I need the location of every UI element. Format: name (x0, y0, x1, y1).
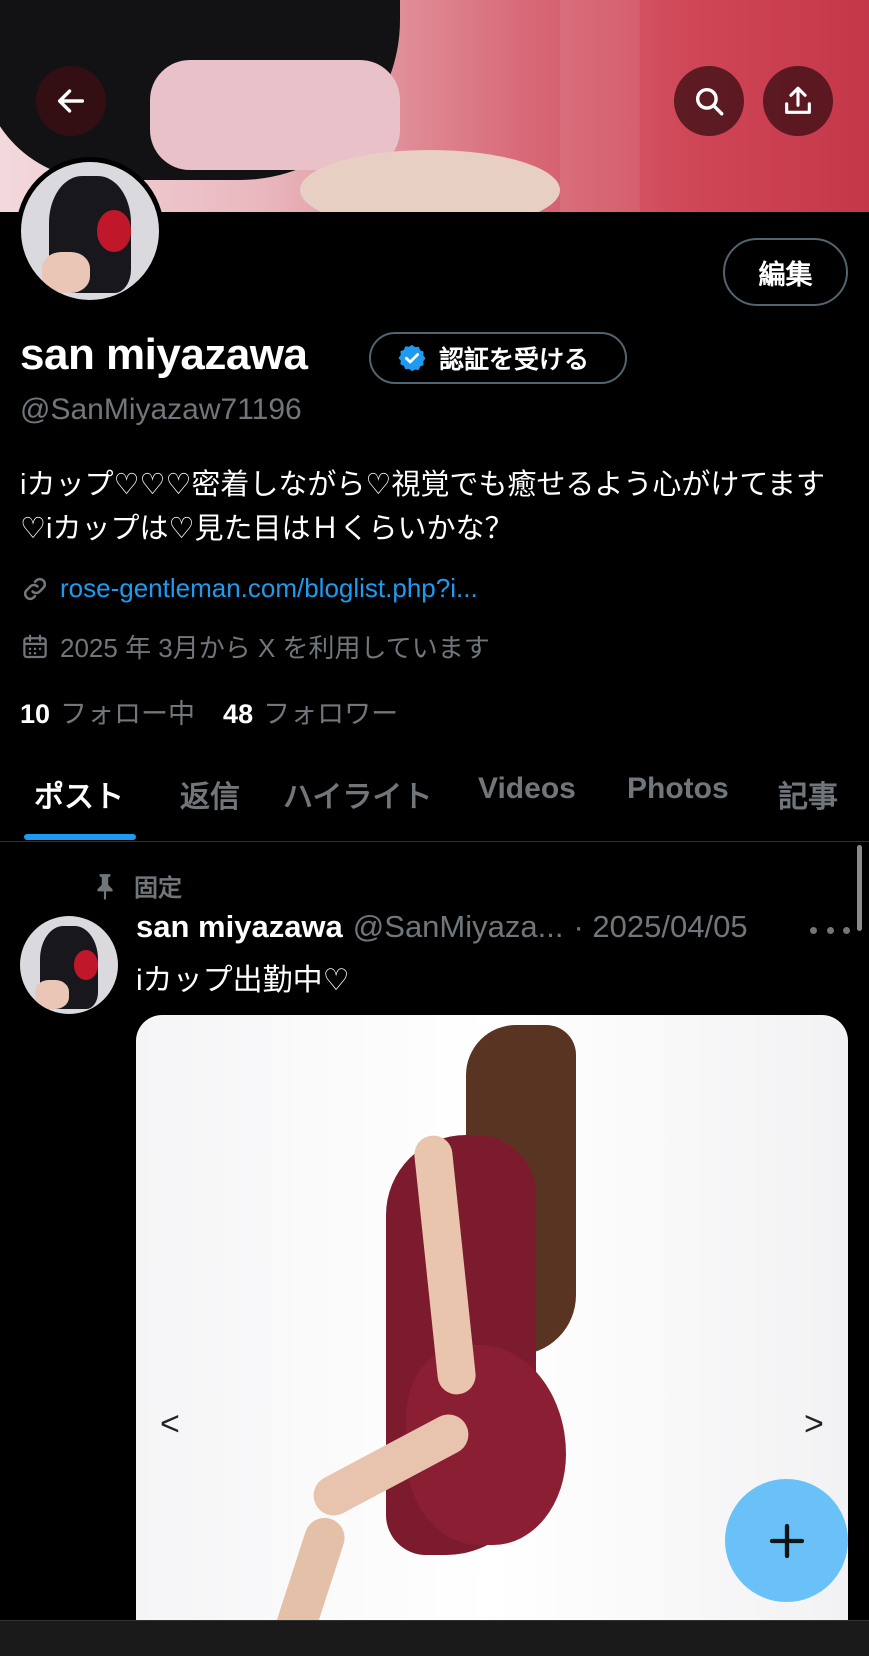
get-verified-label: 認証を受ける (439, 346, 590, 374)
profile-tabs: ポスト 返信 ハイライト Videos Photos 記事 (0, 762, 869, 842)
post-date[interactable]: · 2025/04/05 (573, 909, 747, 945)
follow-stats: 10 フォロー中 48 フォロワー (20, 692, 398, 731)
profile-website-link[interactable]: rose-gentleman.com/bloglist.php?i... (20, 573, 478, 604)
post-author-avatar[interactable] (20, 916, 118, 1014)
profile-handle: @SanMiyazaw71196 (20, 393, 302, 426)
share-button[interactable] (763, 66, 833, 136)
profile-bio: iカップ♡♡♡密着しながら♡視覚でも癒せるよう心がけてます♡iカップは♡見た目は… (20, 469, 825, 545)
active-tab-indicator (24, 834, 136, 840)
calendar-icon (23, 634, 47, 658)
followers-link[interactable]: 48 フォロワー (223, 692, 398, 731)
avatar-photo-part (73, 950, 99, 980)
tab-videos[interactable]: Videos (478, 772, 576, 806)
edit-profile-button[interactable]: 編集 (723, 238, 848, 306)
post-text: iカップ出勤中♡ (136, 964, 350, 997)
profile-join-date: 2025 年 3月から X を利用しています (20, 628, 490, 665)
following-link[interactable]: 10 フォロー中 (20, 692, 195, 731)
post-header: san miyazawa @SanMiyaza... · 2025/04/05 (136, 909, 748, 945)
avatar-photo-part (41, 251, 90, 294)
profile-name: san miyazawa (20, 330, 308, 379)
tab-articles[interactable]: 記事 (778, 772, 838, 816)
link-icon (23, 577, 47, 600)
scrollbar[interactable] (857, 845, 862, 931)
following-label: フォロー中 (60, 699, 196, 729)
search-icon (695, 87, 724, 116)
banner-photo-light-area (150, 60, 400, 170)
tab-replies[interactable]: 返信 (180, 772, 240, 816)
plus-icon (769, 1523, 804, 1558)
avatar-photo-part (96, 210, 132, 252)
pin-icon (97, 873, 113, 900)
post-author-name[interactable]: san miyazawa (136, 909, 343, 945)
post-author-handle[interactable]: @SanMiyaza... (353, 909, 564, 945)
media-prev-button[interactable]: < (160, 1405, 180, 1444)
search-button[interactable] (674, 66, 744, 136)
more-icon[interactable] (810, 915, 850, 945)
tab-posts[interactable]: ポスト (34, 772, 124, 816)
followers-count: 48 (223, 699, 254, 729)
pinned-indicator: 固定 (92, 868, 182, 903)
get-verified-button[interactable]: 認証を受ける (369, 332, 627, 384)
tab-highlights[interactable]: ハイライト (283, 772, 432, 816)
profile-website-text: rose-gentleman.com/bloglist.php?i... (60, 573, 478, 603)
pinned-label: 固定 (134, 875, 182, 902)
tab-photos[interactable]: Photos (627, 772, 729, 806)
compose-post-button[interactable] (725, 1479, 848, 1602)
followers-label: フォロワー (263, 699, 399, 729)
following-count: 10 (20, 699, 51, 729)
back-button[interactable] (36, 66, 106, 136)
bottom-navigation-bar[interactable] (0, 1620, 869, 1656)
profile-join-date-text: 2025 年 3月から X を利用しています (60, 633, 490, 663)
avatar-photo-part (34, 979, 69, 1010)
verified-badge-icon (398, 344, 426, 372)
profile-avatar[interactable] (16, 157, 164, 305)
banner-photo-highlight (560, 0, 640, 212)
media-next-button[interactable]: > (804, 1405, 824, 1444)
back-arrow-icon (57, 89, 85, 113)
share-icon (785, 86, 811, 114)
